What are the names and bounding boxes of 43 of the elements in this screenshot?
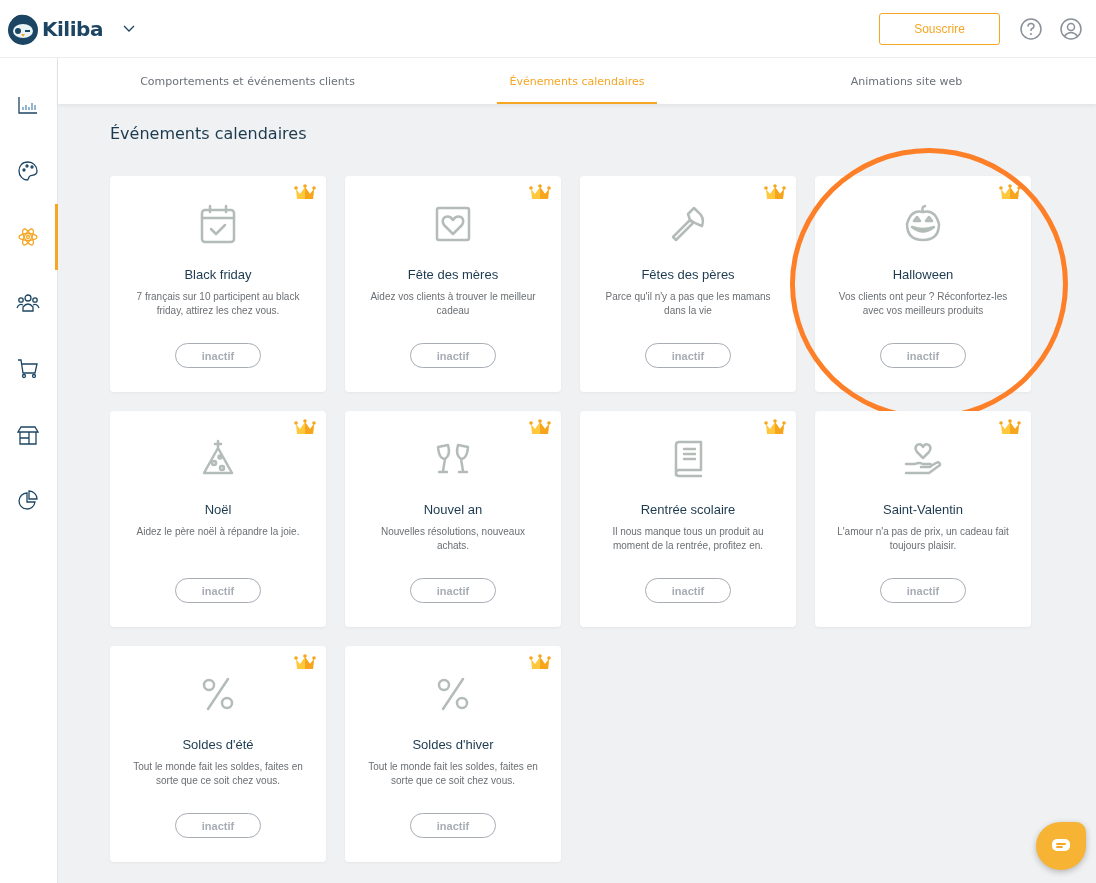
pumpkin-icon bbox=[903, 204, 943, 244]
card-title: Fête des mères bbox=[407, 267, 499, 282]
status-toggle-button[interactable]: inactif bbox=[880, 343, 966, 368]
status-toggle-button[interactable]: inactif bbox=[410, 343, 496, 368]
status-toggle-button[interactable]: inactif bbox=[175, 813, 261, 838]
card-description: Aidez le père noël à répandre la joie. bbox=[135, 525, 301, 539]
card-title: Soldes d'été bbox=[182, 737, 254, 752]
card-description: Tout le monde fait les soldes, faites en sorte que ce soit chez vous. bbox=[367, 760, 539, 788]
card-title: Saint-Valentin bbox=[883, 502, 963, 517]
card-description: Nouvelles résolutions, nouveaux achats. bbox=[380, 525, 526, 553]
card-title: Black friday bbox=[184, 267, 252, 282]
card-description: Tout le monde fait les soldes, faites en sorte que ce soit chez vous. bbox=[132, 760, 304, 788]
card-title: Nouvel an bbox=[423, 502, 483, 517]
chat-button[interactable] bbox=[1036, 822, 1086, 870]
user-account-icon[interactable] bbox=[1060, 17, 1082, 40]
card-description: Il nous manque tous un produit au moment de la rentrée, profitez en. bbox=[611, 525, 765, 553]
calendar-icon bbox=[198, 204, 238, 244]
card-description: Vos clients ont peur ? Réconfortez-les avec vos meilleurs produits bbox=[837, 290, 1009, 318]
tab[interactable]: Animations site web bbox=[717, 58, 1096, 104]
card-description: Aidez vos clients à trouver le meilleur cadeau bbox=[369, 290, 537, 318]
status-toggle-button[interactable]: inactif bbox=[410, 578, 496, 603]
status-toggle-button[interactable]: inactif bbox=[645, 343, 731, 368]
tab[interactable]: Comportements et événements clients bbox=[58, 58, 437, 104]
card-title: Halloween bbox=[892, 267, 954, 282]
card-title: Rentrée scolaire bbox=[640, 502, 736, 517]
logo-text: Kiliba bbox=[42, 16, 103, 41]
chat-bubble-icon bbox=[1051, 838, 1071, 854]
card-title: Fêtes des pères bbox=[641, 267, 735, 282]
card-description: 7 français sur 10 participent au black friday, attirez les chez vous. bbox=[135, 290, 301, 318]
page-title: Événements calendaires bbox=[110, 124, 308, 143]
card-description: Parce qu'il n'y a pas que les mamans dans la vie bbox=[604, 290, 772, 318]
card-title: Noël bbox=[204, 502, 232, 517]
status-toggle-button[interactable]: inactif bbox=[175, 578, 261, 603]
status-toggle-button[interactable]: inactif bbox=[175, 343, 261, 368]
card-title: Soldes d'hiver bbox=[412, 737, 494, 752]
status-toggle-button[interactable]: inactif bbox=[410, 813, 496, 838]
chevron-down-icon[interactable] bbox=[122, 24, 135, 33]
status-toggle-button[interactable]: inactif bbox=[645, 578, 731, 603]
card-description: L'amour n'a pas de prix, un cadeau fait toujours plaisir. bbox=[837, 525, 1009, 553]
status-toggle-button[interactable]: inactif bbox=[880, 578, 966, 603]
subscribe-button[interactable]: Souscrire bbox=[879, 12, 1000, 45]
help-icon[interactable] bbox=[1020, 17, 1042, 40]
tab[interactable]: Événements calendaires bbox=[497, 58, 657, 104]
